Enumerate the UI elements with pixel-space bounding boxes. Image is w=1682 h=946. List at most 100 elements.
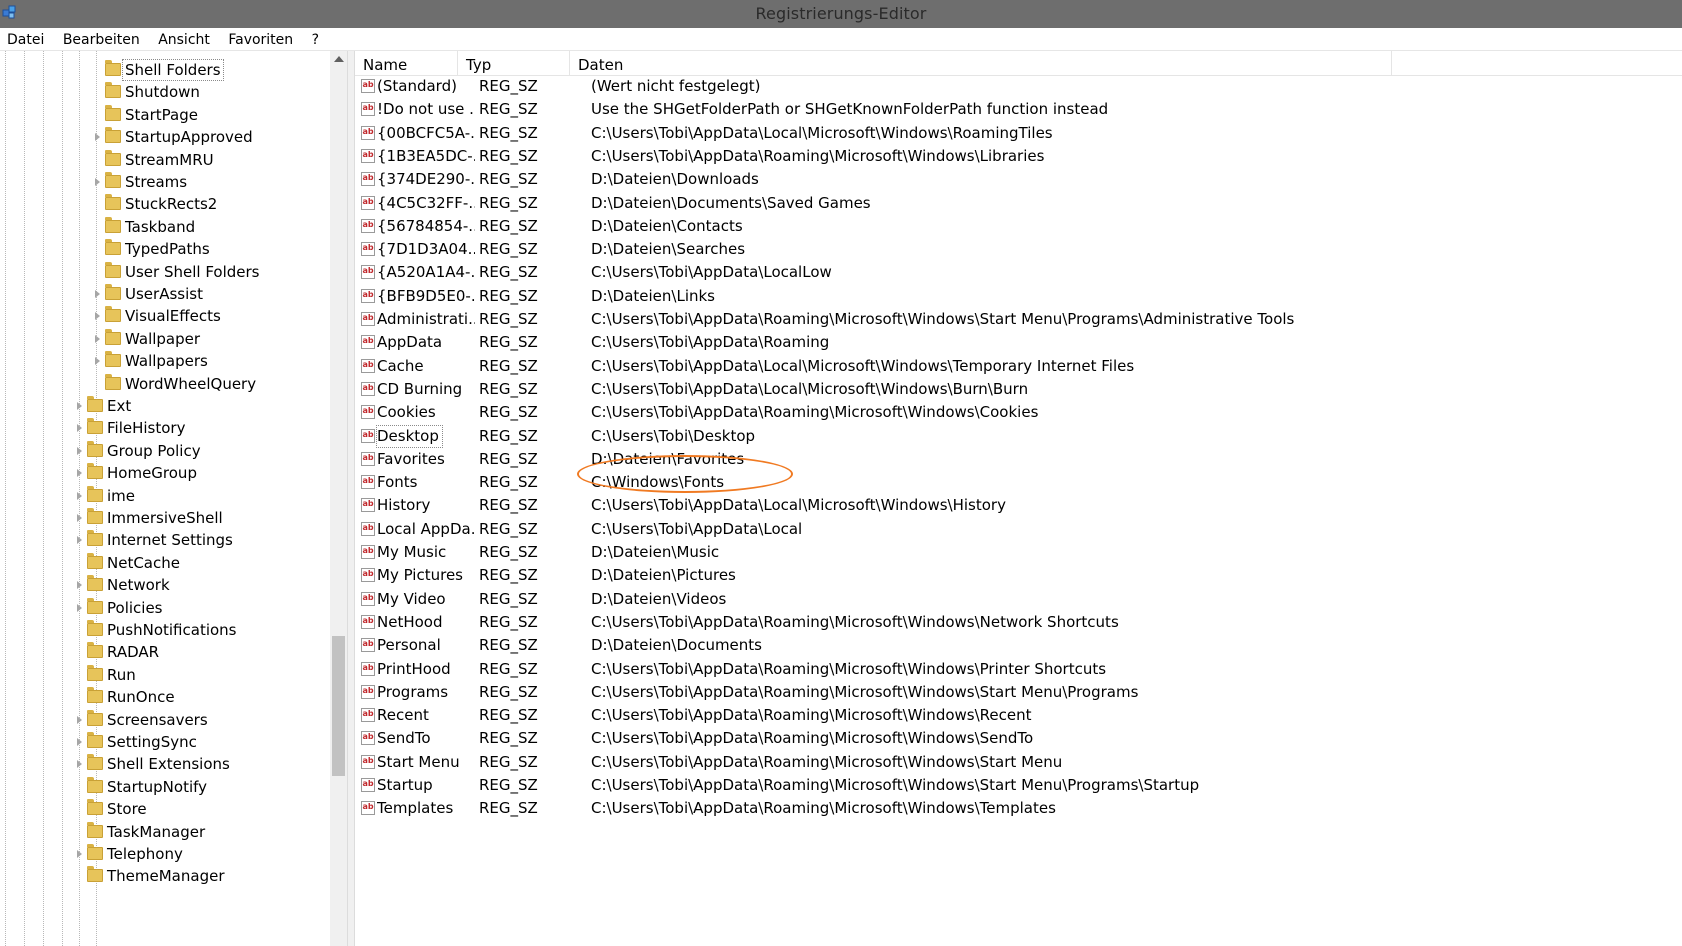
tree-item[interactable]: Streams	[0, 171, 330, 193]
value-row[interactable]: ab NetHood REG_SZ C:\Users\Tobi\AppData\Roa…	[355, 611, 1655, 634]
value-row[interactable]: ab SendTo REG_SZ C:\Users\Tobi\AppData\Roam…	[355, 727, 1655, 750]
column-header-name[interactable]: Name	[355, 51, 458, 75]
tree-item[interactable]: Run	[0, 664, 330, 686]
value-row[interactable]: ab {4C5C32FF-... REG_SZ D:\Dateien\Document…	[355, 192, 1655, 215]
value-row[interactable]: ab My Video REG_SZ D:\Dateien\Videos	[355, 588, 1655, 611]
expand-arrow-icon[interactable]	[77, 581, 82, 590]
tree-item[interactable]: StuckRects2	[0, 193, 330, 215]
tree-item[interactable]: Shell Extensions	[0, 753, 330, 775]
tree-item[interactable]: PushNotifications	[0, 619, 330, 641]
value-row[interactable]: ab History REG_SZ C:\Users\Tobi\AppData\Loc…	[355, 494, 1655, 517]
tree-item[interactable]: HomeGroup	[0, 462, 330, 484]
tree-item[interactable]: Screensavers	[0, 709, 330, 731]
menu-view[interactable]: Ansicht	[151, 28, 217, 50]
tree-item[interactable]: WordWheelQuery	[0, 373, 330, 395]
tree-item[interactable]: Group Policy	[0, 440, 330, 462]
value-row[interactable]: ab {374DE290-... REG_SZ D:\Dateien\Download…	[355, 168, 1655, 191]
tree-item[interactable]: User Shell Folders	[0, 261, 330, 283]
value-row[interactable]: ab Local AppDa... REG_SZ C:\Users\Tobi\AppD…	[355, 518, 1655, 541]
tree-item[interactable]: Shutdown	[0, 81, 330, 103]
value-row[interactable]: ab My Pictures REG_SZ D:\Dateien\Pictures	[355, 564, 1655, 587]
tree-item[interactable]: Wallpapers	[0, 350, 330, 372]
tree-item[interactable]: ime	[0, 485, 330, 507]
value-row[interactable]: ab Start Menu REG_SZ C:\Users\Tobi\AppData\…	[355, 751, 1655, 774]
value-row[interactable]: ab CD Burning REG_SZ C:\Users\Tobi\AppData\…	[355, 378, 1655, 401]
expand-arrow-icon[interactable]	[77, 514, 82, 522]
value-row[interactable]: ab Personal REG_SZ D:\Dateien\Documents	[355, 634, 1655, 657]
pane-splitter[interactable]	[347, 51, 355, 946]
value-row[interactable]: ab{1B3EA5DC-...REG_SZ C:\Users\Tobi\AppDa…	[355, 145, 1655, 168]
expand-arrow-icon[interactable]	[77, 760, 82, 769]
column-header-data[interactable]: Daten	[570, 51, 1392, 75]
expand-arrow-icon[interactable]	[95, 334, 100, 343]
tree-item[interactable]: StartupApproved	[0, 126, 330, 148]
tree-item[interactable]: Store	[0, 798, 330, 820]
value-row[interactable]: ab {7D1D3A04... REG_SZ D:\Dateien\Searches	[355, 238, 1655, 261]
expand-arrow-icon[interactable]	[77, 424, 82, 433]
value-row[interactable]: ab !Do not use ... REG_SZ Use the SHGetFold…	[355, 98, 1655, 121]
menu-edit[interactable]: Bearbeiten	[56, 28, 147, 50]
tree-item[interactable]: VisualEffects	[0, 305, 330, 327]
expand-arrow-icon[interactable]	[77, 603, 82, 612]
value-row[interactable]: ab (Standard) REG_SZ (Wert nicht festgelegt…	[355, 75, 1655, 98]
tree-item[interactable]: Shell Folders	[0, 59, 330, 81]
expand-arrow-icon[interactable]	[77, 715, 82, 724]
expand-arrow-icon[interactable]	[77, 446, 82, 455]
expand-arrow-icon[interactable]	[77, 491, 82, 500]
menu-favorites[interactable]: Favoriten	[221, 28, 300, 50]
expand-arrow-icon[interactable]	[77, 469, 82, 478]
value-row[interactable]: ab {00BCFC5A-... REG_SZ C:\Users\Tobi\AppDa…	[355, 122, 1655, 145]
tree-item[interactable]: StreamMRU	[0, 149, 330, 171]
expand-arrow-icon[interactable]	[77, 738, 82, 746]
value-row[interactable]: ab Desktop REG_SZ C:\Users\Tobi\Desktop	[355, 424, 1655, 448]
expand-arrow-icon[interactable]	[95, 133, 100, 142]
tree-item[interactable]: SettingSync	[0, 731, 330, 753]
value-row[interactable]: ab Favorites REG_SZ D:\Dateien\Favorites	[355, 448, 1655, 471]
expand-arrow-icon[interactable]	[95, 290, 100, 298]
value-list[interactable]: Name Typ Daten ab (Standard) REG_SZ (Wert n…	[355, 51, 1682, 946]
tree-item[interactable]: Telephony	[0, 843, 330, 865]
tree-item[interactable]: ImmersiveShell	[0, 507, 330, 529]
value-row[interactable]: ab Programs REG_SZ C:\Users\Tobi\AppData\Ro…	[355, 681, 1655, 704]
tree-scrollbar[interactable]	[330, 51, 347, 946]
tree-item[interactable]: Internet Settings	[0, 529, 330, 551]
value-row[interactable]: ab My Music REG_SZ D:\Dateien\Music	[355, 541, 1655, 564]
tree-item[interactable]: NetCache	[0, 552, 330, 574]
key-tree[interactable]: Shell Folders Shutdown StartPage StartupApp…	[0, 51, 347, 946]
expand-arrow-icon[interactable]	[77, 850, 82, 858]
value-row[interactable]: ab {A520A1A4-... REG_SZ C:\Users\Tobi\AppDa…	[355, 261, 1655, 284]
tree-item[interactable]: Wallpaper	[0, 328, 330, 350]
tree-item[interactable]: ThemeManager	[0, 865, 330, 887]
value-row[interactable]: ab Startup REG_SZ C:\Users\Tobi\AppData\Roa…	[355, 774, 1655, 797]
tree-item[interactable]: UserAssist	[0, 283, 330, 305]
tree-item[interactable]: RADAR	[0, 641, 330, 663]
expand-arrow-icon[interactable]	[95, 178, 100, 186]
tree-item[interactable]: Policies	[0, 597, 330, 619]
menu-file[interactable]: Datei	[0, 28, 51, 50]
tree-item[interactable]: StartupNotify	[0, 776, 330, 798]
expand-arrow-icon[interactable]	[77, 402, 82, 410]
tree-item[interactable]: RunOnce	[0, 686, 330, 708]
scrollbar-thumb[interactable]	[332, 636, 345, 776]
tree-item[interactable]: TaskManager	[0, 821, 330, 843]
value-row[interactable]: ab Fonts REG_SZ C:\Windows\Fonts	[355, 471, 1655, 494]
value-row[interactable]: ab Recent REG_SZ C:\Users\Tobi\AppData\Roam…	[355, 704, 1655, 727]
value-row[interactable]: ab PrintHood REG_SZ C:\Users\Tobi\AppData\R…	[355, 658, 1655, 681]
menu-help[interactable]: ?	[305, 28, 326, 50]
tree-item[interactable]: Taskband	[0, 216, 330, 238]
value-row[interactable]: ab {56784854-... REG_SZ D:\Dateien\Contacts	[355, 215, 1655, 238]
scroll-up-icon[interactable]	[334, 56, 344, 62]
value-row[interactable]: ab Administrati... REG_SZ C:\Users\Tobi\App…	[355, 308, 1655, 331]
value-row[interactable]: ab Templates REG_SZ C:\Users\Tobi\AppData\R…	[355, 797, 1655, 820]
column-header-type[interactable]: Typ	[458, 51, 570, 75]
tree-item[interactable]: Network	[0, 574, 330, 596]
expand-arrow-icon[interactable]	[95, 357, 100, 366]
tree-item[interactable]: FileHistory	[0, 417, 330, 439]
expand-arrow-icon[interactable]	[77, 536, 82, 545]
tree-item[interactable]: TypedPaths	[0, 238, 330, 260]
tree-item[interactable]: StartPage	[0, 104, 330, 126]
value-row[interactable]: ab Cookies REG_SZ C:\Users\Tobi\AppData\Roa…	[355, 401, 1655, 424]
value-row[interactable]: ab AppData REG_SZ C:\Users\Tobi\AppData\Roa…	[355, 331, 1655, 354]
value-row[interactable]: ab {BFB9D5E0-... REG_SZ D:\Dateien\Links	[355, 285, 1655, 308]
tree-item[interactable]: Ext	[0, 395, 330, 417]
